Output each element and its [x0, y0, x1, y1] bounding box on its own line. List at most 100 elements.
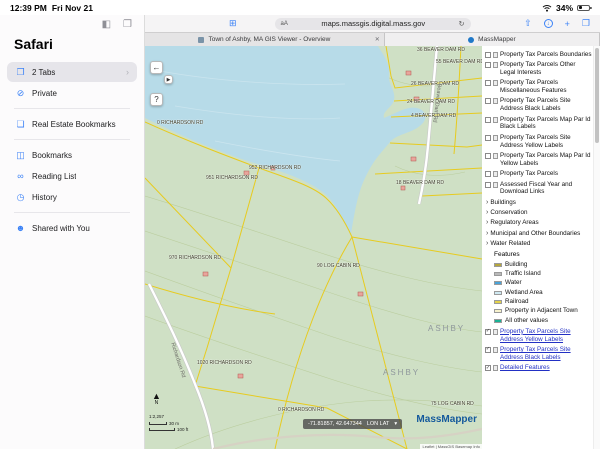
- layer-row[interactable]: Property Tax Parcels Other Legal Interes…: [485, 61, 592, 77]
- layer-row[interactable]: Property Tax Parcels Miscellaneous Featu…: [485, 79, 592, 95]
- layer-row[interactable]: Property Tax Parcels: [485, 170, 592, 178]
- layer-checkbox[interactable]: [485, 117, 491, 123]
- url-text[interactable]: maps.massgis.digital.mass.gov: [293, 19, 454, 28]
- address-bar[interactable]: aA maps.massgis.digital.mass.gov ↻: [275, 18, 471, 30]
- layer-row[interactable]: Property Tax Parcels Site Address Black …: [485, 97, 592, 113]
- legend-item: Property in Adjacent Town: [494, 307, 592, 315]
- tab-bar: Town of Ashby, MA GIS Viewer - Overview …: [145, 32, 600, 46]
- layer-checkbox[interactable]: [485, 80, 491, 86]
- map-canvas[interactable]: [145, 46, 482, 449]
- map-attribution[interactable]: Leaflet | MassGIS Basemap Info: [420, 444, 482, 449]
- legend-item: Water: [494, 279, 592, 287]
- back-button[interactable]: ←: [150, 61, 163, 74]
- north-letter: N: [152, 401, 161, 406]
- tab-massmapper[interactable]: MassMapper: [385, 33, 600, 46]
- tab-town-of-ashby[interactable]: Town of Ashby, MA GIS Viewer - Overview …: [145, 33, 385, 46]
- new-tab-icon[interactable]: +: [565, 19, 570, 29]
- dropdown-icon[interactable]: ▾: [394, 421, 397, 427]
- active-layer-link[interactable]: Detailed Features: [500, 364, 592, 372]
- help-button[interactable]: ?: [150, 93, 163, 106]
- coordinate-mode[interactable]: LON LAT: [367, 421, 390, 427]
- downloads-icon[interactable]: ↓: [544, 19, 553, 28]
- expand-button[interactable]: ▶: [164, 75, 173, 84]
- coordinate-readout[interactable]: -71.81857, 42.647344 LON LAT ▾: [303, 419, 402, 429]
- layer-folder-row[interactable]: › Water Related: [486, 240, 592, 248]
- screen: 12:39 PM Fri Nov 21 34% ◧ ❐ Safari ❐: [0, 0, 600, 449]
- sidebar-item[interactable]: ⊘ Private ›: [7, 83, 137, 103]
- active-layer-row[interactable]: ✓ Property Tax Parcels Site Address Yell…: [485, 328, 592, 344]
- active-layer-link[interactable]: Property Tax Parcels Site Address Black …: [500, 346, 592, 362]
- chevron-right-icon[interactable]: ›: [486, 219, 488, 226]
- close-icon[interactable]: ✕: [375, 36, 380, 43]
- layer-row[interactable]: Assessed Fiscal Year and Download Links: [485, 181, 592, 197]
- active-layer-row[interactable]: ✓ Detailed Features: [485, 364, 592, 372]
- sidebar-item[interactable]: ◫ Bookmarks: [7, 145, 137, 165]
- layer-checkbox-checked[interactable]: ✓: [485, 365, 491, 371]
- active-layer-row[interactable]: ✓ Property Tax Parcels Site Address Blac…: [485, 346, 592, 362]
- town-label: ASHBY: [428, 324, 465, 333]
- layer-checkbox[interactable]: [485, 182, 491, 188]
- sidebar-item[interactable]: ❐ 2 Tabs ›: [7, 62, 137, 82]
- reload-icon[interactable]: ↻: [459, 20, 465, 28]
- layer-checkbox[interactable]: [485, 171, 491, 177]
- scrollbar-thumb[interactable]: [595, 48, 599, 143]
- tab-overview-icon[interactable]: ❐: [123, 19, 132, 30]
- tabs-icon: ❐: [15, 67, 26, 78]
- sidebar-item-label: Real Estate Bookmarks: [32, 120, 116, 129]
- parcel-address-label: 951 RICHARDSON RD: [206, 175, 258, 181]
- active-layer-link[interactable]: Property Tax Parcels Site Address Yellow…: [500, 328, 592, 344]
- share-icon[interactable]: ⇧: [524, 18, 532, 29]
- chevron-right-icon[interactable]: ›: [486, 240, 488, 247]
- layer-folder-row[interactable]: › Regulatory Areas: [486, 219, 592, 227]
- show-tabs-icon[interactable]: ❐: [582, 18, 590, 29]
- tab-groups-icon[interactable]: ⊞: [229, 18, 237, 29]
- back-arrow-icon: ←: [153, 63, 161, 72]
- layer-row[interactable]: Property Tax Parcels Map Par Id Black La…: [485, 116, 592, 132]
- layer-label: Property Tax Parcels Miscellaneous Featu…: [500, 79, 592, 95]
- sidebar-item[interactable]: ☻ Shared with You: [7, 218, 137, 238]
- map-viewport[interactable]: 36 BEAVER DAM RD 55 BEAVER DAM RD 26 BEA…: [145, 46, 482, 449]
- sidebar-toggle-icon[interactable]: ◧: [102, 19, 111, 30]
- chevron-right-icon[interactable]: ›: [486, 199, 488, 206]
- layer-folder-row[interactable]: › Municipal and Other Boundaries: [486, 230, 592, 238]
- tab-favicon: [198, 37, 204, 43]
- bookmarks-icon: ◫: [15, 150, 26, 161]
- legend-item: Building: [494, 261, 592, 269]
- parcel-address-label: 952 RICHARDSON RD: [249, 165, 301, 171]
- layer-checkbox-checked[interactable]: ✓: [485, 347, 491, 353]
- legend-label: Railroad: [505, 298, 528, 306]
- layer-row[interactable]: Property Tax Parcels Map Par Id Yellow L…: [485, 152, 592, 168]
- sidebar-item[interactable]: ∞ Reading List: [7, 166, 137, 186]
- parcel-address-label: 970 RICHARDSON RD: [169, 255, 221, 261]
- layer-checkbox[interactable]: [485, 62, 491, 68]
- sidebar-item[interactable]: ❏ Real Estate Bookmarks: [7, 114, 137, 134]
- layer-checkbox[interactable]: [485, 52, 491, 58]
- layer-folder-row[interactable]: › Buildings: [486, 199, 592, 207]
- chevron-right-icon[interactable]: ›: [486, 209, 488, 216]
- parcel-address-label: 1020 RICHARDSON RD: [197, 360, 252, 366]
- layer-folder-row[interactable]: › Conservation: [486, 209, 592, 217]
- scale-bar-imperial: [149, 428, 175, 431]
- tab-group-icon: ❏: [15, 119, 26, 130]
- page-settings-icon[interactable]: aA: [281, 21, 288, 27]
- wifi-icon: [542, 4, 552, 12]
- legend-item: Railroad: [494, 298, 592, 306]
- divider: [14, 108, 130, 109]
- sidebar-item-label: Private: [32, 89, 57, 98]
- layer-checkbox[interactable]: [485, 153, 491, 159]
- layer-doc-icon: [493, 135, 498, 141]
- layer-checkbox-checked[interactable]: ✓: [485, 329, 491, 335]
- tab-title: MassMapper: [478, 36, 516, 43]
- parcel-address-label: 36 BEAVER DAM RD: [417, 47, 465, 53]
- layer-checkbox[interactable]: [485, 135, 491, 141]
- chevron-right-icon[interactable]: ›: [486, 230, 488, 237]
- panel-scrollbar[interactable]: [593, 46, 600, 449]
- legend-swatch: [494, 309, 502, 313]
- sidebar-item[interactable]: ◷ History: [7, 187, 137, 207]
- layer-checkbox[interactable]: [485, 98, 491, 104]
- clock: 12:39 PM: [10, 3, 47, 13]
- folder-label: Regulatory Areas: [490, 219, 592, 227]
- layer-row[interactable]: Property Tax Parcels Site Address Yellow…: [485, 134, 592, 150]
- browser-window: ⊞ aA maps.massgis.digital.mass.gov ↻ ⇧ ↓…: [145, 15, 600, 449]
- layer-row[interactable]: Property Tax Parcels Boundaries: [485, 51, 592, 59]
